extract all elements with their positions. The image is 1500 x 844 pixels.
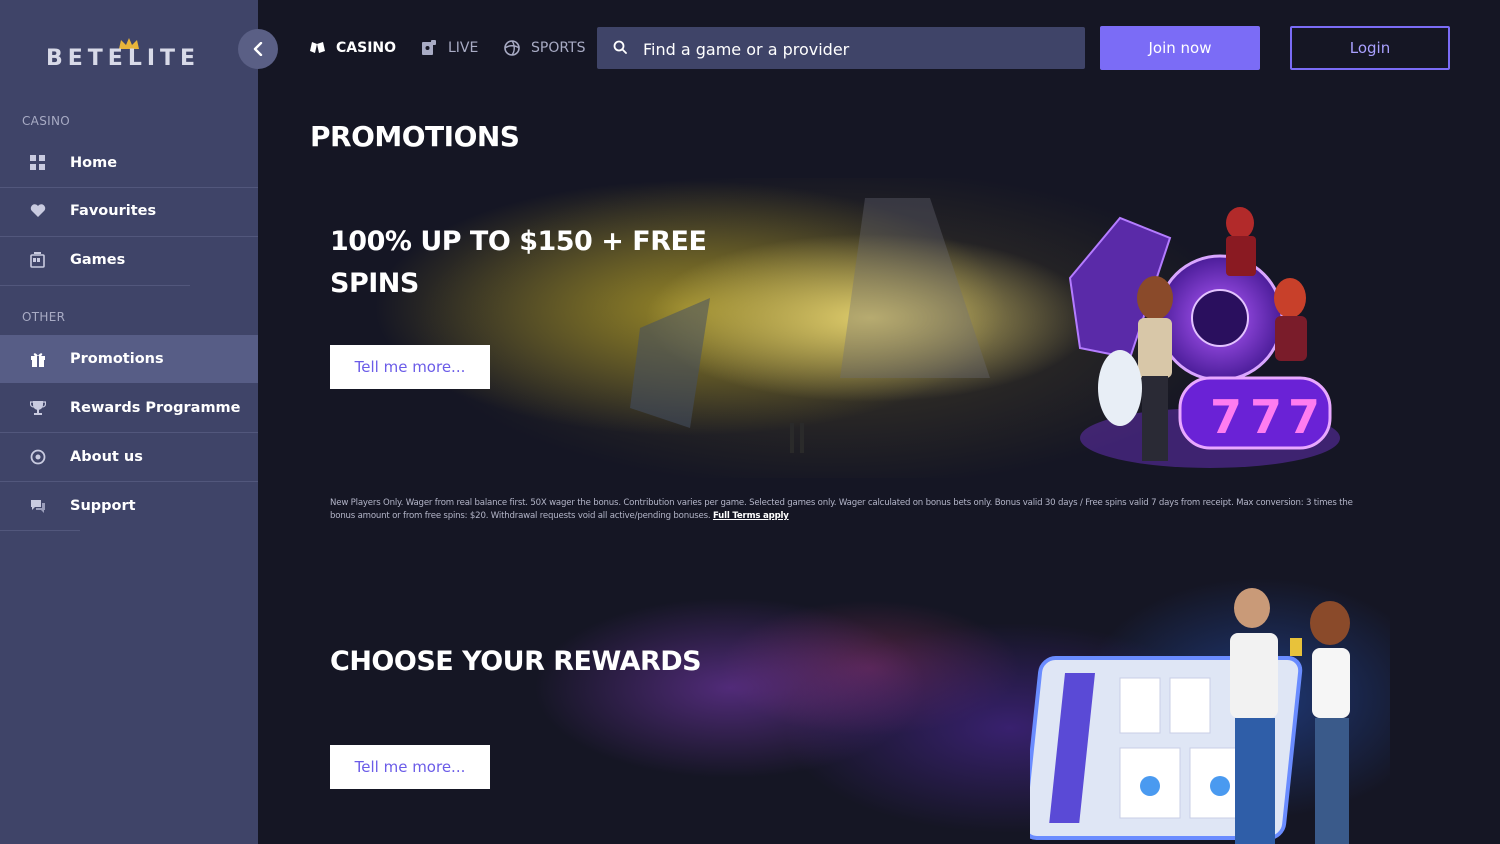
logo-text: BETELITE xyxy=(46,46,201,71)
promo-heading-line: SPINS xyxy=(330,268,419,299)
search-bar xyxy=(597,27,1085,71)
chat-icon xyxy=(29,497,47,515)
heart-icon xyxy=(29,202,47,220)
sidebar-item-rewards-programme[interactable]: Rewards Programme xyxy=(0,384,258,432)
sidebar: BETELITE CASINO Home Favourites Games OT… xyxy=(0,0,258,844)
promo-card-choose-rewards: CHOOSE YOUR REWARDS Tell me more... xyxy=(310,578,1390,844)
section-label-casino: CASINO xyxy=(22,114,70,128)
info-circle-icon xyxy=(29,448,47,466)
cards-icon xyxy=(308,39,326,57)
promo-terms-text: New Players Only. Wager from real balanc… xyxy=(330,498,1353,521)
sidebar-item-label: Home xyxy=(70,155,118,171)
full-terms-link[interactable]: Full Terms apply xyxy=(713,511,789,521)
tell-me-more-button[interactable]: Tell me more... xyxy=(330,345,490,389)
divider xyxy=(0,530,80,531)
rewards-people-illustration xyxy=(1030,588,1350,844)
join-now-button[interactable]: Join now xyxy=(1100,26,1260,70)
tell-me-more-button[interactable]: Tell me more... xyxy=(330,745,490,789)
tab-live[interactable]: LIVE xyxy=(420,38,478,58)
promo-heading-line: 100% UP TO $150 + FREE xyxy=(330,226,707,257)
live-dealer-icon xyxy=(420,39,438,57)
promo-card-welcome-bonus: 7 7 7 100% UP TO $150 + FREE SPINS Tell … xyxy=(310,178,1390,478)
casino-characters-illustration: 7 7 7 xyxy=(1068,207,1340,468)
login-button[interactable]: Login xyxy=(1290,26,1450,70)
sidebar-item-support[interactable]: Support xyxy=(0,482,258,530)
sidebar-item-label: About us xyxy=(70,449,143,465)
trophy-icon xyxy=(29,399,47,417)
ball-icon xyxy=(503,39,521,57)
sidebar-item-home[interactable]: Home xyxy=(0,139,258,187)
sidebar-item-label: Games xyxy=(70,252,126,268)
tab-label: SPORTS xyxy=(531,40,586,56)
sidebar-item-label: Support xyxy=(70,498,136,514)
promo-heading: CHOOSE YOUR REWARDS xyxy=(330,646,702,677)
promo-terms: New Players Only. Wager from real balanc… xyxy=(330,497,1370,523)
betelite-logo[interactable]: BETELITE xyxy=(46,38,216,72)
grid-icon xyxy=(29,154,47,172)
divider xyxy=(0,285,190,286)
svg-text:7: 7 xyxy=(1288,390,1320,444)
sidebar-item-favourites[interactable]: Favourites xyxy=(0,187,258,235)
sidebar-collapse-button[interactable] xyxy=(238,29,278,69)
slot-machine-icon xyxy=(29,251,47,269)
tab-label: LIVE xyxy=(448,40,479,56)
tab-label: CASINO xyxy=(336,40,397,56)
page-title: PROMOTIONS xyxy=(310,120,520,153)
svg-text:7: 7 xyxy=(1250,390,1282,444)
sidebar-item-games[interactable]: Games xyxy=(0,236,258,284)
sidebar-item-label: Promotions xyxy=(70,351,164,367)
sidebar-item-label: Favourites xyxy=(70,203,157,219)
search-input[interactable] xyxy=(641,27,1075,71)
tab-casino[interactable]: CASINO xyxy=(308,38,396,58)
gift-icon xyxy=(29,350,47,368)
sidebar-item-label: Rewards Programme xyxy=(70,400,241,416)
promo-heading: 100% UP TO $150 + FREE SPINS xyxy=(330,221,707,305)
sidebar-item-about-us[interactable]: About us xyxy=(0,433,258,481)
chevron-left-icon xyxy=(253,42,263,56)
svg-text:7: 7 xyxy=(1210,390,1242,444)
section-label-other: OTHER xyxy=(22,310,66,324)
search-icon xyxy=(613,40,627,54)
tab-sports[interactable]: SPORTS xyxy=(503,38,586,58)
sidebar-item-promotions[interactable]: Promotions xyxy=(0,335,258,383)
